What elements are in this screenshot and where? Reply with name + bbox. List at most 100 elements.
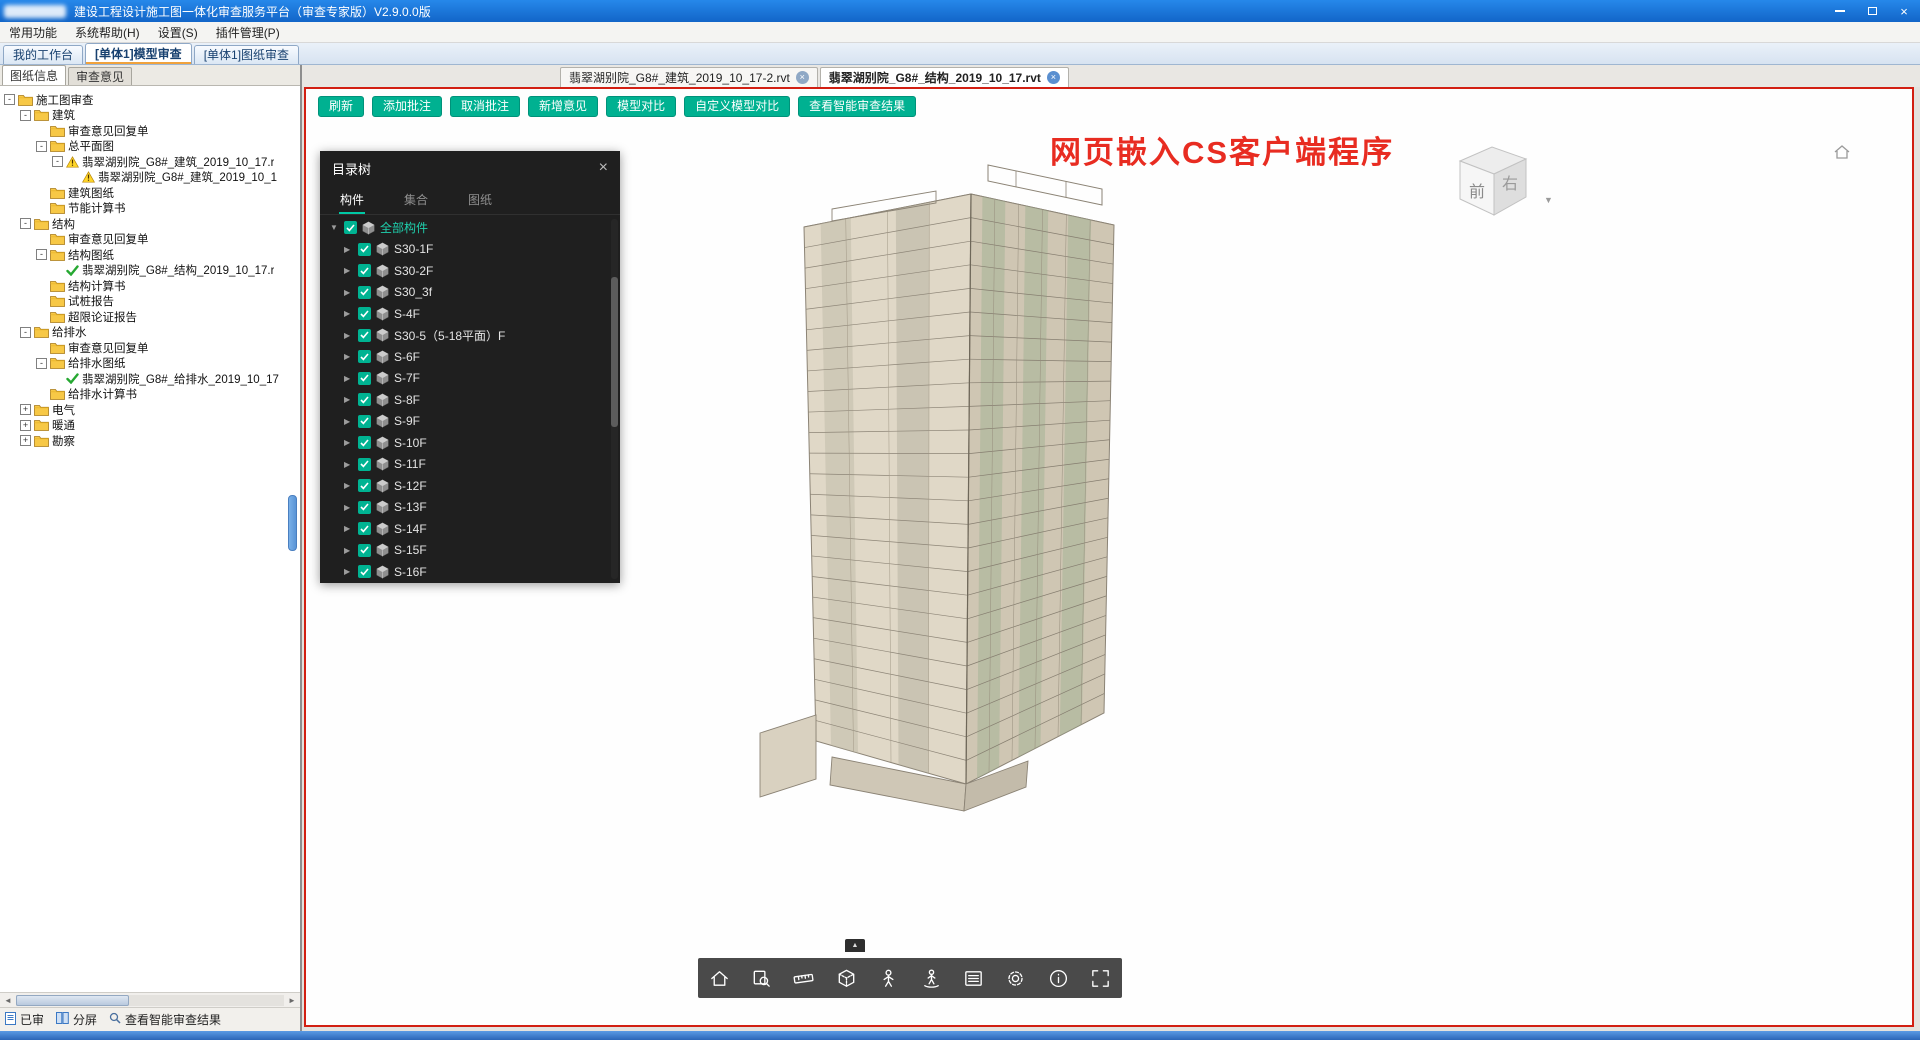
- tree-item[interactable]: -建筑: [0, 108, 300, 124]
- tree-item[interactable]: 结构计算书: [0, 278, 300, 294]
- scroll-track[interactable]: [16, 995, 284, 1006]
- expand-arrow-icon[interactable]: ▶: [344, 438, 357, 447]
- sidebar-horizontal-scrollbar[interactable]: ◄ ►: [0, 992, 300, 1007]
- model-compare-button[interactable]: 模型对比: [606, 96, 676, 117]
- checkbox-checked-icon[interactable]: [358, 350, 371, 363]
- component-item[interactable]: ▶S-7F: [320, 368, 620, 390]
- tree-item[interactable]: -给排水图纸: [0, 356, 300, 372]
- checkbox-checked-icon[interactable]: [358, 458, 371, 471]
- home-view-button[interactable]: [1834, 145, 1850, 164]
- settings-icon[interactable]: [1004, 966, 1028, 990]
- close-button[interactable]: ×: [1888, 0, 1920, 22]
- component-item[interactable]: ▶S-12F: [320, 475, 620, 497]
- tree-item[interactable]: 给排水计算书: [0, 387, 300, 403]
- tree-item[interactable]: 审查意见回复单: [0, 232, 300, 248]
- expand-arrow-icon[interactable]: ▶: [344, 524, 357, 533]
- checkbox-checked-icon[interactable]: [358, 501, 371, 514]
- expand-arrow-icon[interactable]: ▶: [344, 481, 357, 490]
- tree-expander[interactable]: +: [20, 435, 31, 446]
- checkbox-checked-icon[interactable]: [358, 436, 371, 449]
- home-icon[interactable]: [707, 966, 731, 990]
- tree-item[interactable]: +勘察: [0, 433, 300, 449]
- tree-item[interactable]: 审查意见回复单: [0, 123, 300, 139]
- panel-scrollbar-thumb[interactable]: [611, 277, 618, 427]
- component-item[interactable]: ▶S30_3f: [320, 282, 620, 304]
- footer-reviewed[interactable]: 已审: [5, 1011, 44, 1028]
- component-item[interactable]: ▶S-9F: [320, 411, 620, 433]
- close-tab-icon[interactable]: ×: [1047, 71, 1060, 84]
- tab-unit1-model-review[interactable]: [单体1]模型审查: [85, 43, 192, 64]
- tree-expander[interactable]: +: [20, 404, 31, 415]
- component-list-icon[interactable]: [962, 966, 986, 990]
- cube-menu-caret[interactable]: ▼: [1544, 195, 1553, 205]
- close-icon[interactable]: ×: [599, 160, 608, 176]
- viewpoint-icon[interactable]: [750, 966, 774, 990]
- expand-arrow-icon[interactable]: ▶: [344, 546, 357, 555]
- component-item[interactable]: ▶S-8F: [320, 389, 620, 411]
- expand-arrow-icon[interactable]: ▶: [344, 374, 357, 383]
- tree-item[interactable]: +电气: [0, 402, 300, 418]
- tree-item[interactable]: 超限论证报告: [0, 309, 300, 325]
- fullscreen-icon[interactable]: [1089, 966, 1113, 990]
- menu-plugin-management[interactable]: 插件管理(P): [207, 22, 289, 43]
- navigation-cube[interactable]: 前 右: [1446, 131, 1538, 223]
- tree-expander[interactable]: -: [20, 218, 31, 229]
- maximize-button[interactable]: [1856, 0, 1888, 22]
- expand-arrow-icon[interactable]: ▶: [344, 352, 357, 361]
- tree-expander[interactable]: -: [52, 156, 63, 167]
- tree-expander[interactable]: -: [20, 110, 31, 121]
- checkbox-checked-icon[interactable]: [358, 264, 371, 277]
- roam-icon[interactable]: [919, 966, 943, 990]
- tab-drawings[interactable]: 图纸: [448, 185, 512, 214]
- tree-item[interactable]: -总平面图: [0, 139, 300, 155]
- tab-my-workbench[interactable]: 我的工作台: [3, 45, 83, 64]
- checkbox-checked-icon[interactable]: [358, 544, 371, 557]
- expand-arrow-icon[interactable]: ▶: [344, 395, 357, 404]
- document-tab[interactable]: 翡翠湖别院_G8#_建筑_2019_10_17-2.rvt×: [560, 67, 818, 87]
- tree-item[interactable]: 翡翠湖别院_G8#_给排水_2019_10_17: [0, 371, 300, 387]
- view-smart-review-results-button[interactable]: 查看智能审查结果: [798, 96, 916, 117]
- scroll-right-arrow[interactable]: ►: [286, 996, 298, 1005]
- component-item[interactable]: ▶S-4F: [320, 303, 620, 325]
- expand-arrow-icon[interactable]: ▶: [344, 245, 357, 254]
- measure-icon[interactable]: [792, 966, 816, 990]
- sidebar-vertical-scrollbar[interactable]: [288, 495, 297, 551]
- tree-item[interactable]: -给排水: [0, 325, 300, 341]
- component-item[interactable]: ▶S-14F: [320, 518, 620, 540]
- checkbox-checked-icon[interactable]: [358, 522, 371, 535]
- component-item[interactable]: ▶S30-5（5-18平面）F: [320, 325, 620, 347]
- info-icon[interactable]: [1046, 966, 1070, 990]
- tab-components[interactable]: 构件: [320, 185, 384, 214]
- component-item[interactable]: ▶S30-2F: [320, 260, 620, 282]
- expand-arrow-icon[interactable]: ▶: [344, 460, 357, 469]
- menu-system-help[interactable]: 系统帮助(H): [66, 22, 149, 43]
- model-viewer[interactable]: 刷新添加批注取消批注新增意见模型对比自定义模型对比查看智能审查结果 网页嵌入CS…: [304, 87, 1914, 1027]
- expand-arrow-icon[interactable]: ▼: [330, 223, 343, 232]
- toolbar-collapse-handle[interactable]: ▲: [845, 939, 865, 952]
- tree-item[interactable]: 审查意见回复单: [0, 340, 300, 356]
- tree-item[interactable]: 试桩报告: [0, 294, 300, 310]
- component-item[interactable]: ▶S-16F: [320, 561, 620, 583]
- tree-item[interactable]: -结构图纸: [0, 247, 300, 263]
- tree-item[interactable]: -结构: [0, 216, 300, 232]
- scroll-left-arrow[interactable]: ◄: [2, 996, 14, 1005]
- component-item[interactable]: ▶S-10F: [320, 432, 620, 454]
- checkbox-checked-icon[interactable]: [358, 372, 371, 385]
- checkbox-checked-icon[interactable]: [358, 329, 371, 342]
- tab-drawing-info[interactable]: 图纸信息: [2, 65, 66, 85]
- panel-header[interactable]: 目录树 ×: [320, 151, 620, 185]
- checkbox-checked-icon[interactable]: [358, 243, 371, 256]
- checkbox-checked-icon[interactable]: [358, 565, 371, 578]
- tree-expander[interactable]: -: [4, 94, 15, 105]
- document-tab[interactable]: 翡翠湖别院_G8#_结构_2019_10_17.rvt×: [820, 67, 1069, 87]
- tree-expander[interactable]: -: [36, 249, 47, 260]
- tree-expander[interactable]: +: [20, 420, 31, 431]
- scroll-thumb[interactable]: [16, 995, 129, 1006]
- cancel-annotation-button[interactable]: 取消批注: [450, 96, 520, 117]
- component-item[interactable]: ▶S30-1F: [320, 239, 620, 261]
- tab-sets[interactable]: 集合: [384, 185, 448, 214]
- checkbox-checked-icon[interactable]: [344, 221, 357, 234]
- component-item[interactable]: ▶S-13F: [320, 497, 620, 519]
- footer-view-smart-results[interactable]: 查看智能审查结果: [109, 1011, 221, 1028]
- menu-common-functions[interactable]: 常用功能: [0, 22, 66, 43]
